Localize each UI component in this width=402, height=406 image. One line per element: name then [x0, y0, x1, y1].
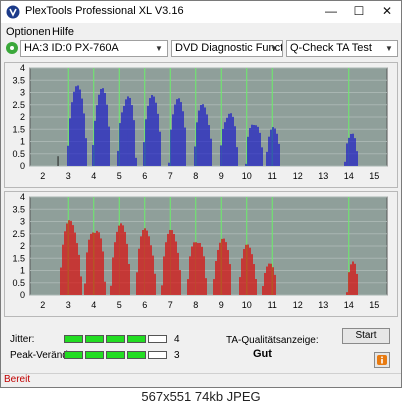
x-tick-label: 12 — [293, 300, 303, 310]
y-tick-label: 0.5 — [12, 149, 25, 159]
x-tick-label: 7 — [168, 171, 173, 181]
chevron-down-icon: ▼ — [155, 44, 163, 53]
x-tick-label: 3 — [66, 171, 71, 181]
x-tick-label: 2 — [40, 171, 45, 181]
close-button[interactable]: ✕ — [373, 1, 401, 23]
x-tick-label: 11 — [268, 300, 277, 310]
x-tick-label: 4 — [91, 300, 96, 310]
peak-value: 3 — [174, 350, 180, 361]
x-tick-label: 6 — [142, 171, 147, 181]
x-tick-label: 12 — [293, 171, 303, 181]
title-bar: PlexTools Professional XL V3.16 — ☐ ✕ — [1, 1, 401, 23]
info-button[interactable] — [374, 352, 390, 368]
meter-segment — [106, 335, 125, 343]
meter-segment — [127, 335, 146, 343]
y-tick-label: 2 — [20, 112, 25, 122]
y-tick-label: 1.5 — [12, 253, 25, 263]
minimize-button[interactable]: — — [317, 1, 345, 23]
maximize-button[interactable]: ☐ — [345, 1, 373, 23]
x-tick-label: 2 — [40, 300, 45, 310]
peak-label: Peak-Veränd — [10, 350, 68, 361]
meter-segment — [85, 351, 104, 359]
start-button[interactable]: Start — [342, 328, 390, 344]
y-tick-label: 2.5 — [12, 229, 25, 239]
x-tick-label: 8 — [193, 300, 198, 310]
x-tick-label: 5 — [117, 171, 122, 181]
status-text: Bereit — [4, 374, 31, 385]
window-title: PlexTools Professional XL V3.16 — [25, 5, 184, 17]
jitter-meter — [64, 335, 168, 343]
ta-quality-value: Gut — [253, 348, 272, 360]
x-tick-label: 13 — [318, 300, 328, 310]
x-tick-label: 15 — [369, 300, 379, 310]
meter-segment — [64, 351, 83, 359]
y-tick-label: 4 — [20, 63, 25, 73]
chevron-down-icon: ▼ — [385, 44, 393, 53]
meter-segment — [64, 335, 83, 343]
x-tick-label: 14 — [344, 171, 354, 181]
y-tick-label: 0.5 — [12, 278, 25, 288]
y-tick-label: 1.5 — [12, 124, 25, 134]
y-tick-label: 3.5 — [12, 204, 25, 214]
menu-optionen[interactable]: Optionen — [6, 26, 51, 38]
drive-select-value: HA:3 ID:0 PX-760A — [24, 42, 119, 54]
x-tick-label: 7 — [168, 300, 173, 310]
x-tick-label: 9 — [219, 300, 224, 310]
y-tick-label: 3.5 — [12, 75, 25, 85]
meter-segment — [106, 351, 125, 359]
chart-panel-bottom: 4 3.5 3 2.5 2 1.5 1 0.5 0 2 3 4 5 6 7 8 9 10 11 12 13 14 15 — [4, 191, 398, 317]
test-select[interactable]: Q-Check TA Test ▼ — [286, 40, 398, 57]
x-tick-label: 4 — [91, 171, 96, 181]
ta-quality-label: TA-Qualitätsanzeige: — [226, 335, 319, 346]
y-tick-label: 2 — [20, 241, 25, 251]
image-caption: 567x551 74kb JPEG — [0, 388, 402, 406]
jitter-chart: 4 3.5 3 2.5 2 1.5 1 0.5 0 2 3 4 5 6 7 8 9 10 11 12 13 14 15 — [12, 63, 388, 181]
y-tick-label: 1 — [20, 137, 25, 147]
x-tick-label: 10 — [242, 171, 252, 181]
y-tick-label: 0 — [20, 161, 25, 171]
meter-segment — [85, 335, 104, 343]
meter-segment — [148, 351, 167, 359]
x-tick-label: 15 — [369, 171, 379, 181]
x-tick-label: 9 — [219, 171, 224, 181]
y-tick-label: 0 — [20, 290, 25, 300]
x-tick-label: 3 — [66, 300, 71, 310]
menu-hilfe[interactable]: Hilfe — [52, 26, 74, 38]
app-window: PlexTools Professional XL V3.16 — ☐ ✕ Op… — [0, 0, 402, 388]
x-tick-label: 10 — [242, 300, 252, 310]
x-tick-label: 11 — [268, 171, 277, 181]
meter-segment — [148, 335, 167, 343]
y-tick-label: 4 — [20, 192, 25, 202]
function-select[interactable]: DVD Diagnostic Functions ▼ — [171, 40, 283, 57]
menu-bar: Optionen Hilfe — [1, 24, 401, 40]
x-tick-label: 8 — [193, 171, 198, 181]
test-select-value: Q-Check TA Test — [290, 42, 372, 54]
x-tick-label: 6 — [142, 300, 147, 310]
jitter-value: 4 — [174, 334, 180, 345]
chart-panel-top: 4 3.5 3 2.5 2 1.5 1 0.5 0 2 3 4 5 6 7 8 9 10 11 12 13 14 15 — [4, 62, 398, 188]
y-tick-label: 1 — [20, 266, 25, 276]
x-tick-label: 13 — [318, 171, 328, 181]
results-panel: Jitter: 4 Peak-Veränd 3 TA-Qualitätsanze… — [4, 322, 398, 372]
drive-icon — [6, 42, 18, 54]
y-tick-label: 2.5 — [12, 100, 25, 110]
status-bar: Bereit — [1, 373, 401, 387]
x-tick-label: 14 — [344, 300, 354, 310]
y-tick-label: 3 — [20, 88, 25, 98]
peak-meter — [64, 351, 168, 359]
x-tick-label: 5 — [117, 300, 122, 310]
y-tick-label: 3 — [20, 217, 25, 227]
drive-select[interactable]: HA:3 ID:0 PX-760A ▼ — [20, 40, 168, 57]
app-logo-icon — [6, 5, 20, 19]
chevron-down-icon: ▼ — [270, 44, 278, 53]
meter-segment — [127, 351, 146, 359]
peak-chart: 4 3.5 3 2.5 2 1.5 1 0.5 0 2 3 4 5 6 7 8 9 10 11 12 13 14 15 — [12, 192, 388, 310]
toolbar: HA:3 ID:0 PX-760A ▼ DVD Diagnostic Funct… — [1, 39, 401, 61]
jitter-label: Jitter: — [10, 334, 35, 345]
info-icon — [377, 355, 387, 365]
